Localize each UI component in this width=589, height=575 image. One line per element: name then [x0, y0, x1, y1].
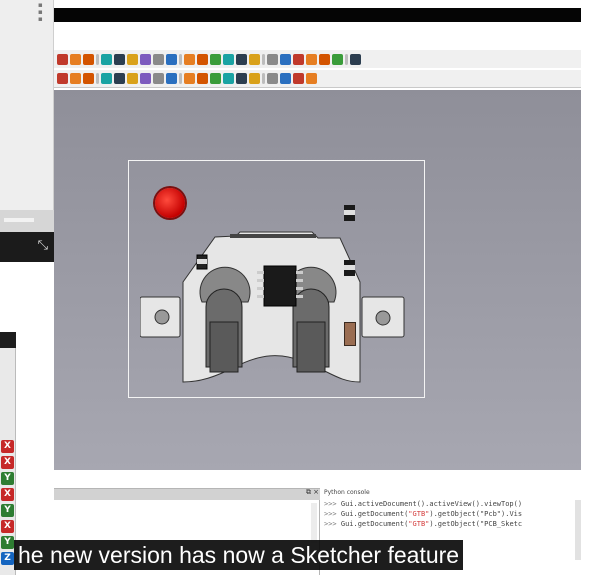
select-icon[interactable] [197, 53, 208, 65]
axis-x-button[interactable]: X [1, 520, 14, 533]
freecad-window: ⧉ × Python console >>> Gui.activeDocumen… [54, 0, 589, 575]
view-rear-icon[interactable] [280, 53, 291, 65]
python-console-title: Python console [324, 489, 370, 496]
palette-icon[interactable] [166, 53, 177, 65]
axis-x-button[interactable]: X [1, 440, 14, 453]
resistor-component [344, 322, 356, 346]
axis-y-button[interactable]: Y [1, 536, 14, 549]
view-right-icon[interactable] [267, 53, 278, 65]
view-front-icon[interactable] [249, 53, 260, 65]
component-icon[interactable] [262, 73, 265, 84]
box-icon[interactable] [57, 53, 68, 65]
axis-x-button[interactable]: X [1, 488, 14, 501]
video-caption: he new version has now a Sketcher featur… [14, 540, 464, 570]
move-icon[interactable] [140, 53, 151, 65]
filter-icon[interactable] [101, 53, 112, 65]
left-mount-hole [154, 309, 170, 325]
console-scrollbar[interactable] [575, 500, 581, 560]
spread-icon[interactable] [350, 53, 361, 65]
zoom-fit-icon[interactable] [332, 53, 343, 65]
toolbar-row-2 [54, 70, 581, 88]
smd-mid-right [344, 260, 355, 276]
sketch-icon[interactable] [184, 73, 195, 84]
axis-y-button[interactable]: Y [1, 472, 14, 485]
window-footer: ⤡ [0, 232, 54, 262]
loft-icon[interactable] [101, 73, 112, 84]
measure-line-icon[interactable] [319, 53, 330, 65]
pad-icon[interactable] [57, 73, 68, 84]
axis-x-button[interactable]: X [1, 456, 14, 469]
console-line: >>> Gui.getDocument("GTB").getObject("Pc… [324, 510, 523, 518]
draft-icon[interactable] [153, 73, 164, 84]
groove-icon[interactable] [96, 73, 99, 84]
small-text-icon: ▪ ▪ ▪ [38, 1, 43, 23]
left-contact-pad [209, 321, 239, 373]
cube-icon[interactable] [70, 53, 81, 65]
pocket-icon[interactable] [70, 73, 81, 84]
library-icon[interactable] [249, 73, 260, 84]
assembly-icon[interactable] [236, 73, 247, 84]
console-line: >>> Gui.activeDocument().activeView().vi… [324, 500, 523, 508]
top-slot [230, 234, 316, 238]
right-mount-hole [375, 310, 391, 326]
report-scrollbar[interactable] [311, 503, 317, 543]
measure-icon[interactable] [114, 53, 125, 65]
drill-icon[interactable] [293, 73, 304, 84]
horizontal-scrollbar[interactable] [0, 210, 54, 232]
mirror-icon[interactable] [166, 73, 177, 84]
fillet-icon[interactable] [127, 73, 138, 84]
dimension-icon[interactable] [127, 53, 138, 65]
ic-chip [263, 265, 297, 307]
view-iso-icon[interactable] [236, 53, 247, 65]
smd-left-body [197, 259, 207, 264]
close-icon[interactable]: × [313, 488, 319, 496]
box-outline-icon[interactable] [184, 53, 195, 65]
zoom-icon[interactable] [210, 53, 221, 65]
toolbar-row-1 [54, 50, 581, 68]
pencil-icon[interactable] [96, 53, 99, 65]
part-icon[interactable] [345, 53, 348, 65]
list-icon[interactable] [179, 53, 182, 65]
collapse-arrows-icon[interactable]: ⤡ [38, 238, 48, 253]
record-icon[interactable] [223, 53, 234, 65]
console-line: >>> Gui.getDocument("GTB").getObject("PC… [324, 520, 523, 528]
view-bottom-icon[interactable] [293, 53, 304, 65]
route-icon[interactable] [306, 73, 317, 84]
3d-viewport[interactable] [54, 90, 581, 470]
left-window-header [0, 332, 16, 348]
delete-icon[interactable] [223, 73, 234, 84]
battery-holder-model[interactable] [140, 212, 420, 412]
axis-y-button[interactable]: Y [1, 504, 14, 517]
axis-z-button[interactable]: Z [1, 552, 14, 565]
float-icon[interactable]: ⧉ [306, 488, 311, 497]
view-top-icon[interactable] [262, 53, 265, 65]
pattern-icon[interactable] [179, 73, 182, 84]
rotate-icon[interactable] [153, 53, 164, 65]
import-icon[interactable] [197, 73, 208, 84]
export-icon[interactable] [210, 73, 221, 84]
view-left-icon[interactable] [306, 53, 317, 65]
title-bar [54, 8, 581, 22]
left-window-top: ▪ ▪ ▪ ⤡ [0, 0, 54, 262]
revolve-icon[interactable] [83, 73, 94, 84]
chart-icon[interactable] [83, 53, 94, 65]
left-window-bottom: XXYXYXYZ [0, 332, 16, 575]
sweep-icon[interactable] [114, 73, 125, 84]
right-contact-pad [296, 321, 326, 373]
copper-icon[interactable] [280, 73, 291, 84]
chamfer-icon[interactable] [140, 73, 151, 84]
smd-top-right [344, 205, 355, 221]
wire-icon[interactable] [267, 73, 278, 84]
